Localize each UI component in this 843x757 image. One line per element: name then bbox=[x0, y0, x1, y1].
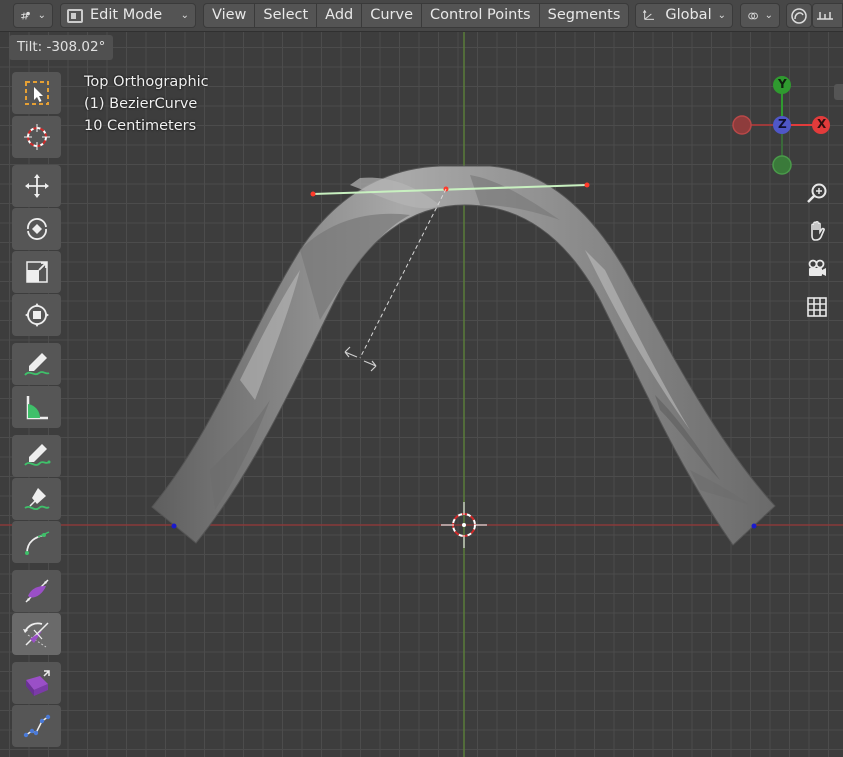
measure-icon bbox=[26, 396, 48, 420]
tilt-cursor-icon bbox=[344, 346, 377, 372]
transform-icon bbox=[24, 303, 49, 327]
chevron-down-icon: ⌄ bbox=[37, 10, 46, 21]
gizmo-x-label[interactable]: X bbox=[817, 117, 826, 131]
falloff-icon bbox=[817, 11, 833, 20]
tool-cursor[interactable] bbox=[12, 116, 61, 158]
handle-point-left bbox=[310, 191, 316, 197]
menu-curve[interactable]: Curve bbox=[361, 3, 422, 28]
transform-orientation-dropdown[interactable]: Global ⌄ bbox=[635, 3, 733, 28]
viewport-header: ⌄ Edit Mode ⌄ View Select Add Curve Cont… bbox=[0, 0, 843, 32]
move-icon bbox=[24, 174, 49, 198]
menu-control-points[interactable]: Control Points bbox=[421, 3, 539, 28]
editor-type-icon bbox=[21, 11, 30, 20]
menu-bar: View Select Add Curve Control Points Seg… bbox=[203, 3, 630, 28]
handle-point-right bbox=[584, 182, 590, 188]
pen-icon bbox=[23, 488, 50, 511]
view-name: Top Orthographic bbox=[84, 74, 209, 90]
tool-randomize[interactable] bbox=[12, 705, 61, 747]
tool-select-box[interactable] bbox=[12, 72, 61, 114]
scene-canvas bbox=[0, 32, 843, 757]
tool-draw[interactable] bbox=[12, 435, 61, 477]
tool-rotate[interactable] bbox=[12, 208, 61, 250]
pivot-point-dropdown[interactable]: ⌄ bbox=[740, 3, 780, 28]
select-box-icon bbox=[24, 81, 49, 105]
radius-icon bbox=[24, 579, 49, 603]
falloff-dropdown[interactable] bbox=[812, 3, 843, 28]
randomize-icon bbox=[23, 714, 50, 738]
tool-annotate[interactable] bbox=[12, 343, 61, 385]
menu-add[interactable]: Add bbox=[316, 3, 362, 28]
tilt-icon bbox=[22, 622, 49, 648]
chevron-down-icon: ⌄ bbox=[764, 10, 773, 21]
curve-endpoint-left bbox=[171, 523, 177, 529]
gizmo-z-label[interactable]: Z bbox=[778, 117, 787, 131]
tool-radius[interactable] bbox=[12, 570, 61, 612]
chevron-down-icon: ⌄ bbox=[717, 10, 726, 21]
object-name: (1) BezierCurve bbox=[84, 96, 198, 112]
chevron-down-icon: ⌄ bbox=[180, 10, 189, 21]
editor-type-button[interactable]: ⌄ bbox=[13, 3, 53, 28]
3d-cursor-icon bbox=[441, 502, 487, 548]
grid-scale: 10 Centimeters bbox=[84, 118, 197, 134]
proportional-edit-icon bbox=[791, 7, 807, 24]
tilt-status: Tilt: -308.02° bbox=[9, 35, 113, 60]
orientation-icon bbox=[642, 9, 655, 20]
scale-icon bbox=[25, 261, 48, 283]
proportional-edit-toggle[interactable] bbox=[786, 3, 812, 28]
pan-hand-icon[interactable] bbox=[805, 219, 829, 243]
cursor-icon bbox=[23, 124, 50, 150]
menu-select[interactable]: Select bbox=[254, 3, 317, 28]
zoom-icon[interactable] bbox=[805, 181, 829, 205]
annotate-icon bbox=[23, 353, 49, 376]
menu-segments[interactable]: Segments bbox=[538, 3, 630, 28]
pivot-icon bbox=[748, 12, 758, 19]
tool-curve-pen[interactable] bbox=[12, 521, 61, 563]
tool-extrude[interactable] bbox=[12, 662, 61, 704]
draw-icon bbox=[23, 444, 50, 466]
gizmo-y-label[interactable]: Y bbox=[778, 77, 787, 91]
grid-icon[interactable] bbox=[805, 295, 829, 319]
edit-mode-icon bbox=[67, 8, 83, 23]
sidebar-toggle-tab[interactable] bbox=[834, 84, 843, 100]
curve-endpoint-right bbox=[751, 523, 757, 529]
menu-view[interactable]: View bbox=[203, 3, 255, 28]
3d-viewport[interactable]: Y Z X bbox=[0, 0, 843, 757]
tool-transform[interactable] bbox=[12, 294, 61, 336]
tool-move[interactable] bbox=[12, 165, 61, 207]
mode-dropdown[interactable]: Edit Mode ⌄ bbox=[60, 3, 196, 28]
mode-label: Edit Mode bbox=[90, 7, 163, 23]
orientation-label: Global bbox=[665, 7, 712, 23]
tool-tilt[interactable] bbox=[12, 613, 61, 655]
camera-icon[interactable] bbox=[805, 257, 829, 281]
tool-measure[interactable] bbox=[12, 386, 61, 428]
tool-pen[interactable] bbox=[12, 478, 61, 520]
rotate-icon bbox=[26, 218, 47, 240]
tool-scale[interactable] bbox=[12, 251, 61, 293]
curve-pen-icon bbox=[24, 531, 49, 555]
extrude-icon bbox=[25, 670, 50, 696]
